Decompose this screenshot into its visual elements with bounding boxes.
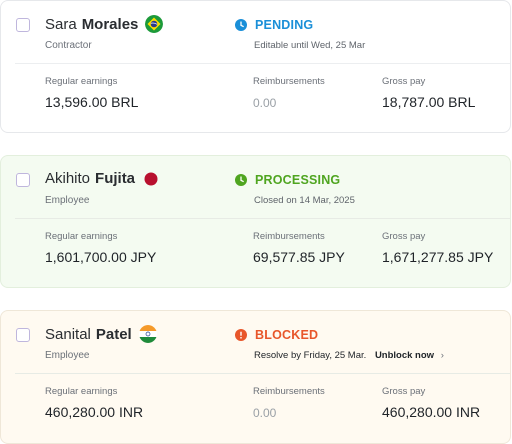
gross-pay-value: 1,671,277.85 JPY [382, 249, 494, 265]
role-label: Employee [45, 350, 90, 361]
divider [15, 373, 510, 374]
gross-pay-value: 18,787.00 BRL [382, 94, 476, 110]
role-label: Employee [45, 195, 90, 206]
employee-name: Sara Morales [45, 15, 164, 33]
japan-flag-icon [144, 172, 158, 186]
reimbursements-label: Reimbursements [253, 386, 325, 397]
reimbursements-value: 0.00 [253, 406, 277, 420]
employee-name: Sanital Patel [45, 325, 157, 343]
clock-icon [235, 19, 247, 31]
regular-earnings-label: Regular earnings [45, 76, 118, 87]
first-name: Sanital [45, 325, 91, 343]
payroll-card-akihito-fujita: Akihito Fujita Employee PROCESSING Close… [0, 155, 511, 288]
gross-pay-label: Gross pay [382, 386, 426, 397]
status-badge: BLOCKED [235, 328, 318, 342]
status-detail-text: Resolve by Friday, 25 Mar. [254, 350, 367, 361]
regular-earnings-value: 13,596.00 BRL [45, 94, 139, 110]
last-name: Fujita [95, 170, 136, 187]
status-detail: Closed on 14 Mar, 2025 [254, 195, 355, 206]
status-detail: Editable until Wed, 25 Mar [254, 40, 366, 51]
brazil-flag-icon [145, 15, 164, 33]
gross-pay-value: 460,280.00 INR [382, 404, 481, 420]
status-badge: PENDING [235, 18, 313, 32]
regular-earnings-value: 460,280.00 INR [45, 404, 144, 420]
chevron-right-icon[interactable]: › [441, 350, 444, 361]
gross-pay-label: Gross pay [382, 231, 426, 242]
reimbursements-label: Reimbursements [253, 231, 325, 242]
reimbursements-value: 69,577.85 JPY [253, 249, 345, 265]
clock-icon [235, 174, 247, 186]
payroll-card-sara-morales: Sara Morales Contractor PENDING Editable… [0, 0, 511, 133]
divider [15, 218, 510, 219]
reimbursements-label: Reimbursements [253, 76, 325, 87]
last-name: Morales [81, 15, 139, 33]
first-name: Sara [45, 15, 77, 33]
reimbursements-value: 0.00 [253, 96, 277, 110]
select-checkbox[interactable] [16, 173, 30, 187]
regular-earnings-value: 1,601,700.00 JPY [45, 249, 157, 265]
last-name: Patel [95, 325, 132, 343]
regular-earnings-label: Regular earnings [45, 231, 118, 242]
status-detail: Resolve by Friday, 25 Mar. Unblock now › [254, 350, 444, 361]
regular-earnings-label: Regular earnings [45, 386, 118, 397]
status-text: BLOCKED [255, 328, 319, 342]
payroll-card-sanital-patel: Sanital Patel Employee BLOCKED Resolve b… [0, 310, 511, 444]
status-text: PENDING [255, 18, 314, 32]
select-checkbox[interactable] [16, 18, 30, 32]
india-flag-icon [138, 325, 157, 343]
gross-pay-label: Gross pay [382, 76, 426, 87]
first-name: Akihito [45, 170, 91, 187]
unblock-now-link[interactable]: Unblock now [375, 350, 434, 361]
role-label: Contractor [45, 40, 92, 51]
employee-name: Akihito Fujita [45, 170, 158, 187]
select-checkbox[interactable] [16, 328, 30, 342]
status-text: PROCESSING [255, 173, 341, 187]
divider [15, 63, 510, 64]
status-badge: PROCESSING [235, 173, 340, 187]
alert-icon [235, 329, 247, 341]
